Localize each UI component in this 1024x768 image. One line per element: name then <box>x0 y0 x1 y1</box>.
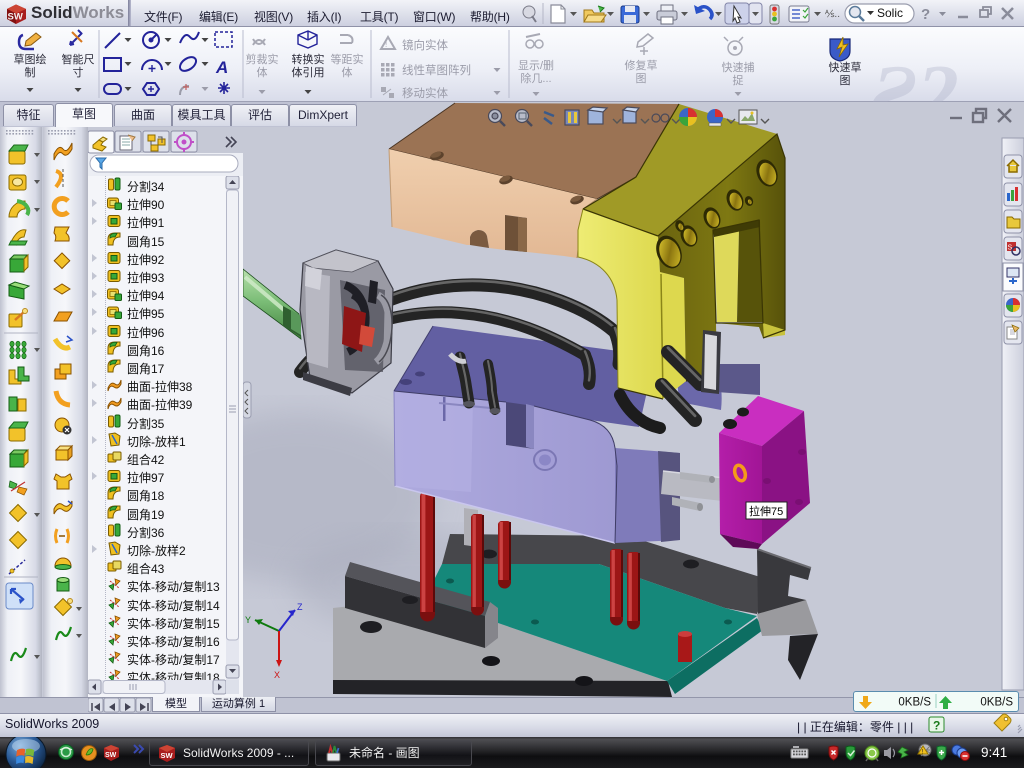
svg-text:SW: SW <box>105 752 117 759</box>
svg-text:图: 图 <box>840 74 851 87</box>
svg-text:等距实: 等距实 <box>331 52 364 66</box>
svg-text:?: ? <box>933 719 940 733</box>
svg-text:捉: 捉 <box>733 73 744 87</box>
svg-text:草图绘: 草图绘 <box>14 52 47 66</box>
svg-text:制: 制 <box>25 66 36 79</box>
svg-text:拉伸75: 拉伸75 <box>749 504 783 518</box>
svg-text:⅍..: ⅍.. <box>825 9 840 20</box>
svg-text:除几...: 除几... <box>520 71 551 85</box>
svg-text:剪裁实: 剪裁实 <box>246 52 279 66</box>
svg-text:移动实体: 移动实体 <box>402 86 448 100</box>
svg-text:A: A <box>215 58 228 77</box>
svg-text:快速草: 快速草 <box>829 61 862 74</box>
svg-text:Ƨ2: Ƨ2 <box>870 48 959 102</box>
svg-text:0KB/S: 0KB/S <box>898 697 931 709</box>
svg-text:体: 体 <box>342 65 353 79</box>
svg-text:修复草: 修复草 <box>625 58 658 72</box>
svg-text:寸: 寸 <box>73 65 84 79</box>
svg-text:SW: SW <box>8 12 23 23</box>
svg-text:SW: SW <box>161 751 174 760</box>
svg-text:体引用: 体引用 <box>292 65 325 79</box>
svg-text:智能尺: 智能尺 <box>62 52 95 66</box>
svg-text:X: X <box>274 670 280 680</box>
svg-text:转换实: 转换实 <box>292 52 325 66</box>
svg-text:Solic: Solic <box>877 6 903 20</box>
svg-text:快速捕: 快速捕 <box>722 60 755 74</box>
svg-text:Z: Z <box>297 602 303 612</box>
svg-text:显示/删: 显示/删 <box>518 59 554 72</box>
svg-text:?: ? <box>921 6 930 23</box>
svg-text:图: 图 <box>636 72 647 85</box>
svg-text:0KB/S: 0KB/S <box>980 697 1013 709</box>
svg-text:!: ! <box>385 40 387 49</box>
svg-text:Y: Y <box>245 615 251 625</box>
svg-text:体: 体 <box>257 65 268 79</box>
svg-text:线性草图阵列: 线性草图阵列 <box>402 63 471 77</box>
svg-text:镜向实体: 镜向实体 <box>402 38 448 52</box>
